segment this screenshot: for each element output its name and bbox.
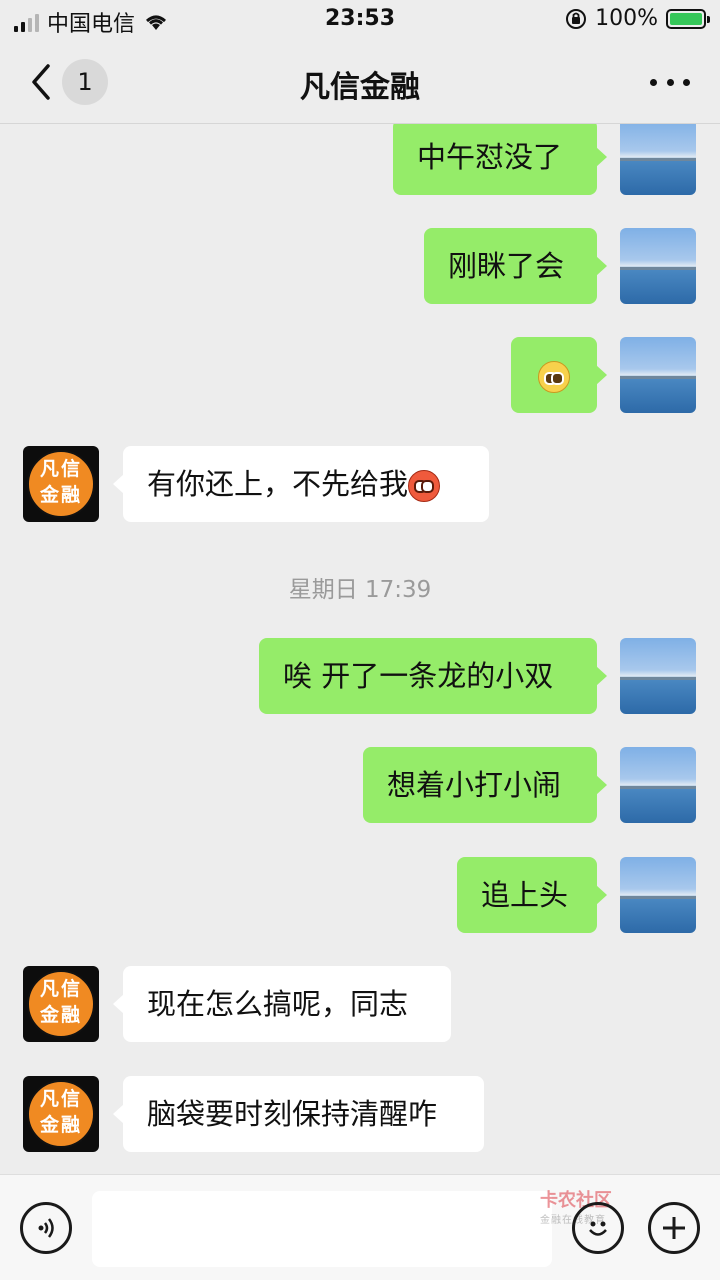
message-bubble-sent[interactable] [511,337,607,413]
contact-avatar[interactable]: 凡信 金融 [23,966,99,1042]
battery-percent: 100% [595,6,658,31]
message-bubble-received[interactable]: 脑袋要时刻保持清醒咋 [113,1076,484,1152]
message-text: 中午怼没了 [417,140,563,174]
avatar-logo-text: 凡信 金融 [39,1088,82,1136]
flushed-face-icon [408,470,441,502]
message-text: 唉 开了一条龙的小双 [283,659,554,693]
orientation-lock-icon [566,8,587,29]
my-avatar[interactable] [620,747,696,823]
message-text: 脑袋要时刻保持清醒咋 [147,1097,438,1131]
more-options-icon[interactable] [650,70,690,94]
avatar-logo-text: 凡信 金融 [39,978,82,1026]
chat-timestamp: 星期日 17:39 [288,577,432,603]
message-bubble-sent[interactable]: 刚眯了会 [424,228,607,304]
my-avatar[interactable] [620,228,696,304]
pleading-face-icon [538,361,570,393]
message-text: 有你还上，不先给我 [147,467,409,501]
contact-avatar[interactable]: 凡信 金融 [23,446,99,522]
message-text: 刚眯了会 [448,249,565,283]
message-bubble-received[interactable]: 现在怎么搞呢，同志 [113,966,451,1042]
chat-title: 凡信金融 [300,70,420,105]
emoji-icon[interactable] [572,1202,624,1254]
my-avatar[interactable] [620,337,696,413]
message-text: 追上头 [481,878,569,912]
input-bar: 卡农社区 金融在线教育 [0,1174,720,1280]
status-bar: 中国电信 23:53 100% [0,0,720,40]
avatar-logo-text: 凡信 金融 [39,458,82,506]
add-attachment-icon[interactable] [648,1202,700,1254]
message-bubble-sent[interactable]: 唉 开了一条龙的小双 [259,638,607,714]
message-text: 现在怎么搞呢，同志 [147,987,409,1021]
my-avatar[interactable] [620,124,696,195]
message-bubble-received[interactable]: 有你还上，不先给我 [113,446,489,522]
battery-icon [666,8,710,29]
status-right: 100% [565,6,710,31]
nav-bar: 1 凡信金融 [0,40,720,124]
message-bubble-sent[interactable]: 追上头 [457,857,607,933]
voice-input-icon[interactable] [20,1202,72,1254]
message-input[interactable] [92,1191,552,1267]
message-bubble-sent[interactable]: 中午怼没了 [393,124,607,195]
chat-area[interactable]: 中午怼没了 刚眯了会 凡信 金融 有你还上，不先给我 星期日 17:39 唉 开了… [0,124,720,1174]
contact-avatar[interactable]: 凡信 金融 [23,1076,99,1152]
message-bubble-sent[interactable]: 想着小打小闹 [363,747,607,823]
message-text: 想着小打小闹 [387,768,562,802]
my-avatar[interactable] [620,638,696,714]
my-avatar[interactable] [620,857,696,933]
